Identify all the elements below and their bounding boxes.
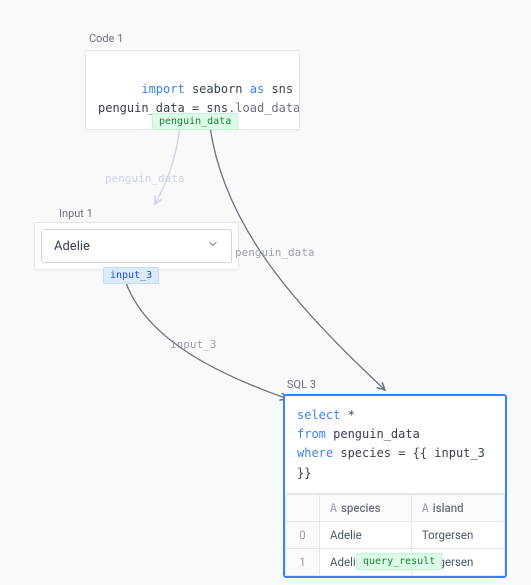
type-icon: A (422, 501, 429, 515)
flow-canvas: Code 1 import seaborn as sns penguin_dat… (0, 0, 531, 585)
code-call: .load_dataset( (228, 101, 299, 115)
sql-code-block: select * from penguin_data where species… (285, 396, 505, 494)
edge-label-penguin-data-faded: penguin_data (105, 172, 184, 185)
input-node[interactable]: Adelie (34, 222, 239, 270)
sql-kw-from: from (297, 427, 326, 441)
code-alias: sns (271, 82, 293, 96)
row-index: 1 (286, 548, 320, 575)
table-row: 0 Adelie Torgersen (286, 521, 505, 548)
col-species-header: Aspecies (320, 494, 412, 521)
code-keyword-import: import (141, 82, 184, 96)
type-icon: A (330, 501, 337, 515)
code-keyword-as: as (250, 82, 264, 96)
species-select[interactable]: Adelie (41, 229, 232, 263)
cell-species: Adelie (320, 521, 412, 548)
code-module: seaborn (192, 82, 243, 96)
sql-output-tag: query_result (356, 553, 442, 570)
sql-kw-where: where (297, 446, 333, 460)
col-island-header: Aisland (411, 494, 504, 521)
edge-label-penguin-data: penguin_data (235, 246, 314, 259)
row-index: 0 (286, 521, 320, 548)
sql-kw-select: select (297, 408, 340, 422)
input-output-tag: input_3 (103, 267, 159, 284)
select-value: Adelie (54, 239, 90, 254)
col-index-header (286, 494, 320, 521)
code-output-tag: penguin_data (152, 113, 238, 130)
chevron-down-icon (207, 238, 219, 254)
sql-node-label: SQL 3 (287, 378, 316, 391)
code-node-label: Code 1 (89, 32, 123, 45)
cell-island: Torgersen (411, 521, 504, 548)
edge-label-input-3: input_3 (170, 338, 216, 351)
sql-node[interactable]: select * from penguin_data where species… (283, 394, 507, 578)
input-node-label: Input 1 (59, 207, 93, 220)
